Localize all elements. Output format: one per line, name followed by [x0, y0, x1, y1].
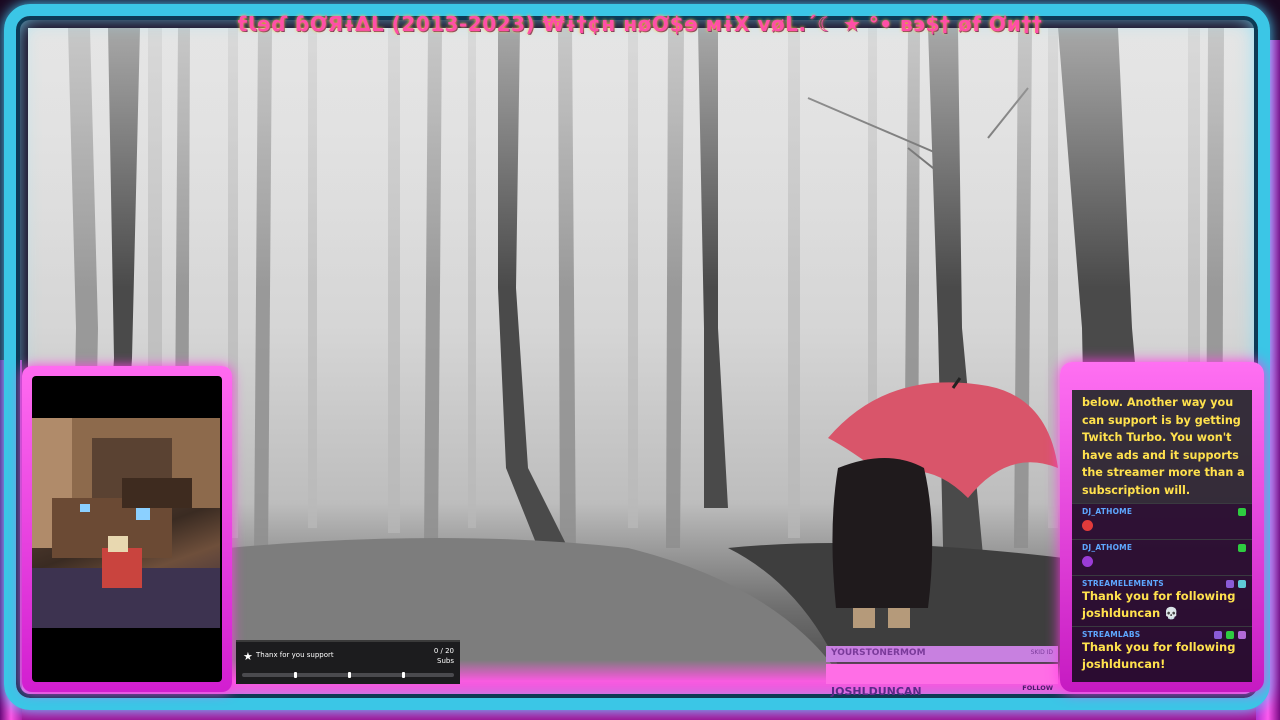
stream-title: ƭƖɘɗ ɓƠЯɨΔL (2013-2023) ₩ɨ†¢н нøƠ$ɘ мɨX …	[237, 12, 1043, 36]
previous-follower-row: YOURSTONERMOM SKID ID	[826, 646, 1058, 662]
chat-panel: below. Another way you can support is by…	[1060, 362, 1264, 692]
chat-messages[interactable]: below. Another way you can support is by…	[1072, 390, 1252, 682]
goal-tick	[402, 672, 405, 678]
goal-tick	[348, 672, 351, 678]
mod-badge-icon	[1238, 544, 1246, 552]
goal-label: Thanx for you support	[256, 651, 334, 659]
latest-follower-tag: FOLLOW	[1022, 684, 1053, 692]
chat-message: DJ_ATHOME	[1072, 503, 1252, 539]
recent-follower-widget: YOURSTONERMOM SKID ID JOSHLDUNCAN FOLLOW	[826, 646, 1058, 698]
previous-follower-tag: SKID ID	[1030, 649, 1053, 656]
latest-follower-row: JOSHLDUNCAN FOLLOW	[826, 664, 1058, 698]
game-capture-panel	[22, 366, 232, 692]
goal-unit: Subs	[437, 657, 454, 665]
broadcaster-badge-icon	[1214, 631, 1222, 639]
latest-follower-name: JOSHLDUNCAN	[831, 685, 922, 698]
mod-badge-icon	[1226, 631, 1234, 639]
bot-badge-icon	[1238, 631, 1246, 639]
mushroom-emote-icon	[1082, 520, 1093, 531]
chat-username: DJ_ATHOME	[1082, 543, 1133, 552]
sub-goal-widget: ★ Thanx for you support 0 / 20 Subs	[236, 640, 460, 684]
chat-username: STREAMELEMENTS	[1082, 579, 1164, 588]
chat-text: Thank you for following joshlduncan 💀	[1082, 589, 1236, 620]
chat-message: DJ_ATHOME	[1072, 539, 1252, 575]
chat-username: DJ_ATHOME	[1082, 507, 1133, 516]
chat-message-truncated: below. Another way you can support is by…	[1072, 390, 1252, 503]
mod-badge-icon	[1238, 508, 1246, 516]
chat-message: STREAMELEMENTS Thank you for following j…	[1072, 575, 1252, 626]
goal-count-block: 0 / 20 Subs	[434, 646, 454, 666]
game-capture-screen	[32, 376, 222, 682]
previous-follower-name: YOURSTONERMOM	[831, 648, 926, 658]
bot-badge-icon	[1226, 580, 1234, 588]
verified-badge-icon	[1238, 580, 1246, 588]
star-icon: ★	[243, 650, 253, 663]
chat-text: Thank you for following joshlduncan!	[1082, 640, 1236, 671]
stream-overlay: ƭƖɘɗ ɓƠЯɨΔL (2013-2023) ₩ɨ†¢н нøƠ$ɘ мɨX …	[0, 0, 1280, 720]
grape-emote-icon	[1082, 556, 1093, 567]
goal-tick	[294, 672, 297, 678]
goal-count: 0 / 20	[433, 647, 454, 655]
goal-progress-track	[242, 672, 454, 678]
chat-message: STREAMLABS Thank you for following joshl…	[1072, 626, 1252, 677]
game-scene	[32, 418, 220, 628]
